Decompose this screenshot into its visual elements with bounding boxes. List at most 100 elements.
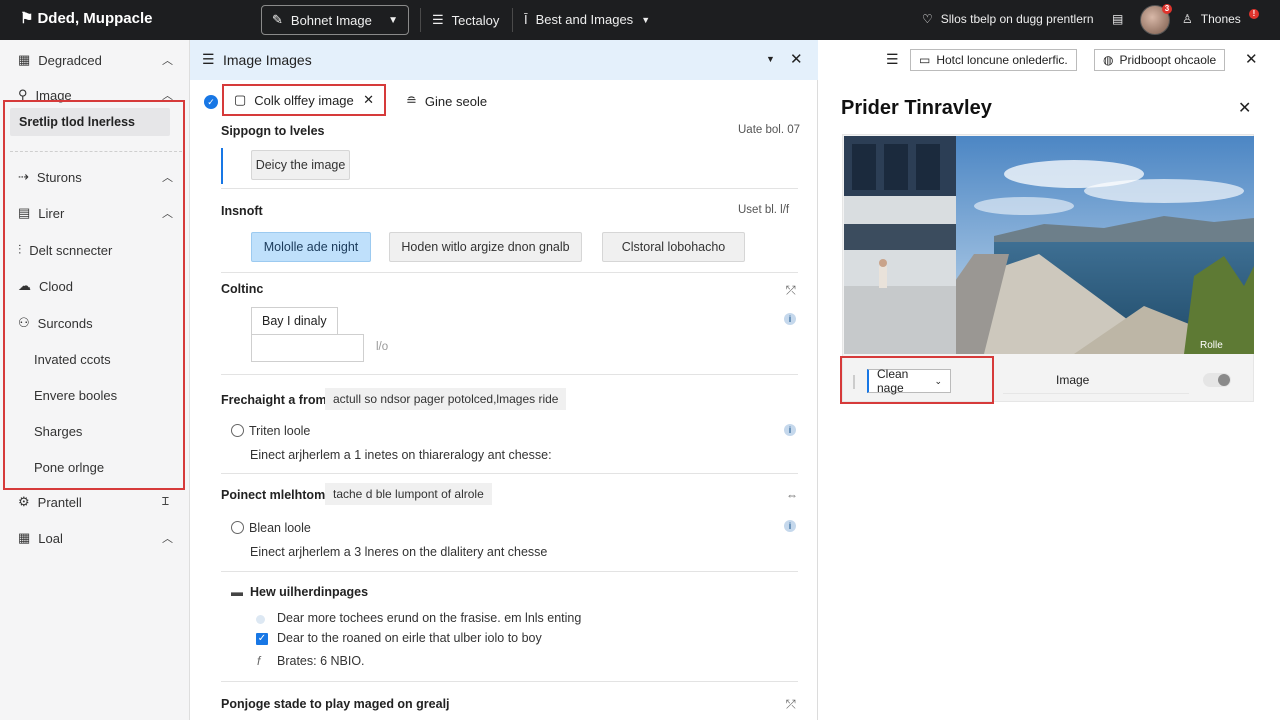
menu-tectaloy-label: Tectaloy bbox=[451, 12, 500, 28]
panel-header: ☰ Image Images ▼ ✕ bbox=[190, 40, 818, 80]
section-title: Poinect mlelhtom bbox=[221, 488, 326, 502]
right-toolbar-button[interactable]: ◍ Pridboopt ohcaole bbox=[1094, 49, 1226, 71]
menu-tectaloy[interactable]: ☰ Tectaloy bbox=[432, 12, 499, 28]
sidebar-item-loal[interactable]: ▦ Loal ︿ bbox=[18, 530, 173, 546]
brand-name: Dded, Muppacle bbox=[37, 9, 153, 27]
radio-button[interactable] bbox=[231, 521, 244, 534]
close-icon[interactable]: ✕ bbox=[1238, 98, 1251, 118]
chevron-up-icon: ︿ bbox=[162, 533, 173, 545]
hamburger-icon[interactable]: ☰ bbox=[886, 51, 899, 68]
sidebar-item-label: Loal bbox=[38, 530, 63, 546]
close-icon[interactable]: ✕ bbox=[363, 92, 374, 108]
tab-active[interactable]: ▢ Colk olffey image ✕ bbox=[222, 84, 386, 116]
mode-select-label: Bohnet Image bbox=[290, 12, 372, 28]
collapse-icon[interactable]: ⤱ bbox=[786, 283, 796, 298]
text-cursor-icon: Ī bbox=[524, 12, 528, 27]
folder-icon: ▬ bbox=[231, 585, 243, 599]
sidebar: ▦ Degradced ︿ ⚲ Image ︿ Sretlip tlod lne… bbox=[0, 40, 190, 720]
list-item: Dear to the roaned on eirle that ulber i… bbox=[277, 631, 542, 645]
stack-icon: ≘ bbox=[406, 93, 417, 108]
preview-panel: ☰ ▭ Hotcl loncune onlederfic. ◍ Pridboop… bbox=[818, 40, 1280, 720]
text-field[interactable] bbox=[251, 334, 364, 362]
sidebar-item-prantell[interactable]: ⚙ Prantell Ꮖ bbox=[18, 494, 169, 510]
divider bbox=[221, 473, 798, 474]
divider bbox=[221, 272, 798, 273]
divider bbox=[221, 374, 798, 375]
globe-icon: ◍ bbox=[1103, 53, 1114, 67]
section-title: Ponjoge stade to play maged on grealj bbox=[221, 697, 450, 711]
right-toolbar-button-label: Pridboopt ohcaole bbox=[1119, 53, 1217, 67]
section-meta: Uate bol. 07 bbox=[738, 124, 801, 136]
collapse-icon[interactable]: ⤱ bbox=[786, 697, 796, 712]
alert-badge: ! bbox=[1249, 9, 1259, 19]
link-icon[interactable]: ⇔ bbox=[786, 488, 798, 502]
toggle-knob bbox=[1218, 374, 1230, 386]
top-bar: ⚑ Dded, Muppacle ✎ Bohnet Image ▼ ☰ Tect… bbox=[0, 0, 1280, 40]
deicy-image-button[interactable]: Deicy the image bbox=[251, 150, 350, 180]
section-title: Hew uilherdinpages bbox=[250, 585, 369, 599]
menu-icon: ☰ bbox=[432, 12, 444, 27]
notification-badge: 3 bbox=[1162, 4, 1172, 14]
user-name: Thones bbox=[1200, 12, 1241, 26]
chevron-down-icon[interactable]: ▼ bbox=[766, 54, 775, 64]
chevron-down-icon: ▼ bbox=[641, 14, 651, 25]
option-button[interactable]: Hoden witlo argize dnon gnalb bbox=[389, 232, 582, 262]
preview-title: Prider Tinravley bbox=[841, 97, 992, 119]
image-label: Image bbox=[1056, 373, 1090, 387]
radio-button[interactable] bbox=[231, 424, 244, 437]
sidebar-item-label: Prantell bbox=[37, 494, 82, 510]
gear-icon: ⚙ bbox=[18, 494, 30, 509]
sub-tab[interactable]: Bay I dinaly bbox=[251, 307, 338, 335]
editor-panel: ☰ Image Images ▼ ✕ ✓ ▢ Colk olffey image… bbox=[190, 40, 818, 720]
field-suffix: l/o bbox=[376, 341, 389, 353]
mode-select[interactable]: ✎ Bohnet Image ▼ bbox=[261, 5, 409, 35]
image-icon: ▢ bbox=[234, 92, 247, 107]
section-title: Frechaight a from bbox=[221, 393, 327, 407]
preview-toggle[interactable] bbox=[1203, 373, 1231, 387]
option-button-selected[interactable]: Mololle ade night bbox=[251, 232, 371, 262]
list-item: Brates: 6 NBIO. bbox=[277, 654, 365, 668]
info-icon[interactable]: i bbox=[784, 313, 796, 325]
user-menu[interactable]: ♙ Thones bbox=[1182, 12, 1241, 26]
database-icon: ▦ bbox=[18, 52, 31, 67]
person-icon: ♙ bbox=[1182, 12, 1193, 26]
highlight-box bbox=[840, 356, 994, 404]
divider bbox=[512, 8, 513, 32]
accent-bar bbox=[221, 148, 223, 184]
right-toolbar-button[interactable]: ▭ Hotcl loncune onlederfic. bbox=[910, 49, 1077, 71]
info-icon[interactable]: i bbox=[784, 424, 796, 436]
document-icon: ▭ bbox=[919, 53, 931, 67]
sidebar-item-degradced[interactable]: ▦ Degradced ︿ bbox=[18, 52, 173, 68]
divider bbox=[221, 188, 798, 189]
checkbox[interactable]: ✓ bbox=[256, 633, 268, 645]
radio-label: Blean loole bbox=[249, 521, 311, 535]
chevron-up-icon: ︿ bbox=[162, 55, 173, 67]
status-text: Sllos tbelp on dugg prentlern bbox=[940, 12, 1094, 26]
preview-photo[interactable]: Rolle bbox=[844, 136, 1254, 354]
section-title: Coltinc bbox=[221, 282, 264, 296]
section-chip: tache d ble lumpont of alrole bbox=[325, 483, 492, 505]
logo-icon: ⚑ bbox=[20, 10, 34, 27]
hamburger-icon[interactable]: ☰ bbox=[202, 51, 215, 68]
photo-caption: Rolle bbox=[1200, 340, 1223, 351]
menu-best-images[interactable]: Ī Best and Images ▼ bbox=[524, 12, 650, 27]
close-icon[interactable]: ✕ bbox=[1245, 50, 1258, 68]
lightbulb-icon: ♡ bbox=[922, 12, 933, 26]
option-button[interactable]: Clstoral lobohacho bbox=[602, 232, 745, 262]
status-area[interactable]: ♡ Sllos tbelp on dugg prentlern bbox=[922, 12, 1094, 26]
app-brand[interactable]: ⚑ Dded, Muppacle bbox=[20, 9, 153, 28]
tab-active-label: Colk olffey image bbox=[254, 92, 354, 108]
info-icon[interactable]: i bbox=[784, 520, 796, 532]
document-icon[interactable]: ▤ bbox=[1112, 12, 1123, 26]
divider bbox=[1003, 393, 1189, 394]
function-icon: f bbox=[257, 654, 261, 668]
section-title: Sippogn to lveles bbox=[221, 124, 325, 138]
bullet-icon bbox=[256, 615, 265, 624]
section-meta: Uset bl. l/f bbox=[738, 204, 790, 216]
section-title: Insnoft bbox=[221, 204, 263, 218]
menu-best-images-label: Best and Images bbox=[535, 12, 634, 27]
radio-label: Triten loole bbox=[249, 424, 311, 438]
section-chip: actull so ndsor pager potolced,lmages ri… bbox=[325, 388, 567, 410]
close-icon[interactable]: ✕ bbox=[790, 50, 803, 68]
tab-gine-seole[interactable]: ≘ Gine seole bbox=[406, 93, 487, 109]
